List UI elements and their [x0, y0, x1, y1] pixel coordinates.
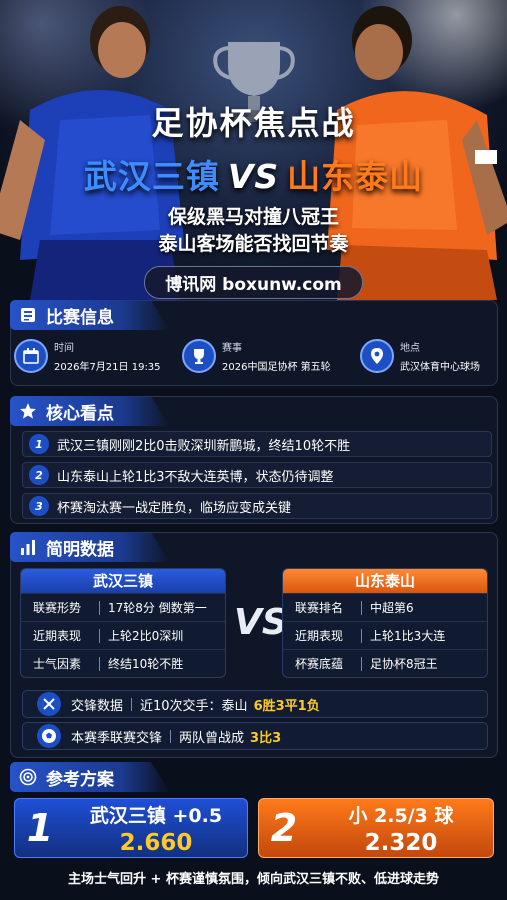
stat-key: 近期表现 — [295, 629, 344, 643]
calendar-icon — [14, 339, 48, 373]
team-a-title: 武汉三镇 — [83, 157, 220, 196]
vs-badge: VS — [234, 602, 288, 643]
stat-value: 17轮8分 倒数第一 — [108, 601, 207, 615]
stat-row: 联赛形势 17轮8分 倒数第一 — [21, 593, 225, 621]
venue-label: 地点 — [400, 343, 420, 354]
bar-chart-icon — [18, 537, 38, 557]
pick-number: 2 — [270, 806, 298, 850]
stat-value: 终结10轮不胜 — [108, 657, 184, 671]
list-icon — [18, 305, 38, 325]
info-event: 赛事 2026中国足协杯 第五轮 — [182, 333, 360, 379]
stat-key: 联赛形势 — [33, 601, 82, 615]
team-b-title: 山东泰山 — [287, 157, 424, 196]
stat-value: 足协杯8冠王 — [370, 657, 438, 671]
highlight-number: 1 — [29, 434, 49, 454]
pick-odds: 2.660 — [119, 829, 193, 856]
info-time: 时间 2026年7月21日 19:35 — [14, 333, 182, 379]
info-venue: 地点 武汉体育中心球场 — [360, 333, 494, 379]
stats-title: 简明数据 — [46, 539, 114, 560]
highlight-number: 2 — [29, 465, 49, 485]
star-icon — [18, 401, 38, 421]
pick-title: 武汉三镇 +0.5 — [89, 804, 223, 827]
match-info-row: 时间 2026年7月21日 19:35 赛事 2026中国足协杯 第五轮 地点 … — [14, 333, 494, 379]
h2h-record-row: 交锋数据 近10次交手：泰山 6胜3平1负 — [22, 690, 488, 718]
stat-key: 杯赛底蕴 — [295, 657, 344, 671]
brand-link[interactable]: 博讯网 boxunw.com — [144, 266, 363, 299]
match-info-header: 比赛信息 — [10, 300, 170, 330]
pick-card-1[interactable]: 1 武汉三镇 +0.5 2.660 — [14, 798, 248, 858]
event-value: 2026中国足协杯 第五轮 — [222, 362, 331, 373]
trophy-icon — [182, 339, 216, 373]
highlight-text: 杯赛淘汰赛一战定胜负，临场应变成关键 — [57, 500, 292, 516]
pick-card-2[interactable]: 2 小 2.5/3 球 2.320 — [258, 798, 494, 858]
highlight-text: 武汉三镇刚刚2比0击败深圳新鹏城，终结10轮不胜 — [57, 438, 351, 454]
stat-key: 士气因素 — [33, 657, 82, 671]
h2h-label: 交锋数据 — [71, 698, 124, 714]
season-h2h-highlight: 3比3 — [250, 730, 282, 746]
vs-text: VS — [227, 157, 280, 196]
venue-value: 武汉体育中心球场 — [400, 362, 480, 373]
pick-title: 小 2.5/3 球 — [348, 804, 454, 827]
stats-header: 简明数据 — [10, 532, 170, 562]
team-a-stats: 武汉三镇 联赛形势 17轮8分 倒数第一 近期表现 上轮2比0深圳 士气因素 终结10… — [20, 568, 226, 678]
stat-value: 中超第6 — [370, 601, 414, 615]
season-h2h-label: 本赛季联赛交锋 — [71, 730, 163, 746]
footer-summary: 主场士气回升 + 杯赛谨慎氛围，倾向武汉三镇不败、低进球走势 — [68, 872, 439, 887]
target-icon — [18, 767, 38, 787]
pick-odds: 2.320 — [364, 829, 438, 856]
season-h2h-row: 本赛季联赛交锋 两队曾战成 3比3 — [22, 722, 488, 750]
highlights-header: 核心看点 — [10, 396, 170, 426]
stat-value: 上轮2比0深圳 — [108, 629, 184, 643]
hero-title: 足协杯焦点战 — [151, 104, 356, 142]
stat-row: 近期表现 上轮2比0深圳 — [21, 621, 225, 649]
stat-key: 联赛排名 — [295, 601, 344, 615]
football-icon — [37, 724, 61, 748]
stat-row: 近期表现 上轮1比3大连 — [283, 621, 487, 649]
plan-header: 参考方案 — [10, 762, 170, 792]
highlight-text: 山东泰山上轮1比3不敌大连英博，状态仍待调整 — [57, 469, 334, 485]
stat-row: 杯赛底蕴 足协杯8冠王 — [283, 649, 487, 677]
location-pin-icon — [360, 339, 394, 373]
highlight-item: 1 武汉三镇刚刚2比0击败深圳新鹏城，终结10轮不胜 — [22, 431, 492, 457]
hero-subtitle-1: 保级黑马对撞八冠王 — [167, 206, 339, 228]
highlight-number: 3 — [29, 496, 49, 516]
pick-number: 1 — [26, 806, 54, 850]
crossed-swords-icon — [37, 692, 61, 716]
team-b-stats: 山东泰山 联赛排名 中超第6 近期表现 上轮1比3大连 杯赛底蕴 足协杯8冠王 — [282, 568, 488, 678]
h2h-text: 近10次交手：泰山 — [140, 698, 248, 714]
h2h-highlight: 6胜3平1负 — [253, 698, 320, 714]
hero-subtitle-2: 泰山客场能否找回节奏 — [158, 233, 349, 255]
highlight-item: 2 山东泰山上轮1比3不敌大连英博，状态仍待调整 — [22, 462, 492, 488]
time-value: 2026年7月21日 19:35 — [54, 362, 161, 373]
event-label: 赛事 — [222, 343, 242, 354]
plan-title: 参考方案 — [46, 769, 114, 790]
team-a-name: 武汉三镇 — [21, 569, 225, 593]
stat-value: 上轮1比3大连 — [370, 629, 446, 643]
stat-row: 联赛排名 中超第6 — [283, 593, 487, 621]
highlight-item: 3 杯赛淘汰赛一战定胜负，临场应变成关键 — [22, 493, 492, 519]
stat-key: 近期表现 — [33, 629, 82, 643]
hero-banner: 足协杯焦点战 武汉三镇 VS 山东泰山 保级黑马对撞八冠王 泰山客场能否找回节奏 博… — [0, 0, 507, 300]
season-h2h-text: 两队曾战成 — [179, 730, 245, 746]
match-info-title: 比赛信息 — [46, 307, 114, 328]
time-label: 时间 — [54, 343, 74, 354]
highlights-title: 核心看点 — [46, 403, 114, 424]
stat-row: 士气因素 终结10轮不胜 — [21, 649, 225, 677]
matchup-title: 武汉三镇 VS 山东泰山 — [0, 150, 507, 198]
team-b-name: 山东泰山 — [283, 569, 487, 593]
